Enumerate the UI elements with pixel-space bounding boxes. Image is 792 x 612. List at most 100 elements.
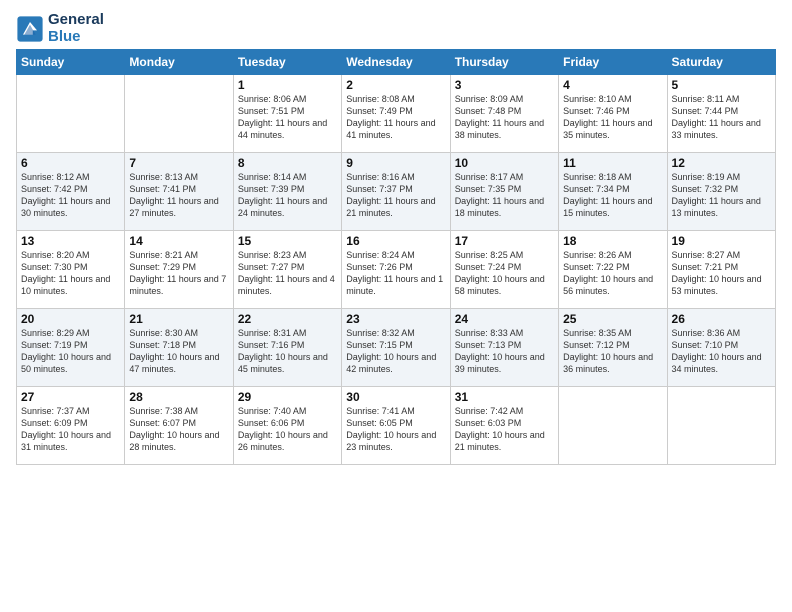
day-info: Sunrise: 8:32 AM Sunset: 7:15 PM Dayligh… [346, 327, 445, 376]
logo-blue: Blue [48, 29, 104, 46]
weekday-header-saturday: Saturday [667, 50, 775, 75]
day-info: Sunrise: 7:42 AM Sunset: 6:03 PM Dayligh… [455, 405, 554, 454]
day-number: 2 [346, 78, 445, 92]
calendar-cell: 27Sunrise: 7:37 AM Sunset: 6:09 PM Dayli… [17, 387, 125, 465]
calendar-cell [125, 75, 233, 153]
week-row-5: 27Sunrise: 7:37 AM Sunset: 6:09 PM Dayli… [17, 387, 776, 465]
day-number: 16 [346, 234, 445, 248]
day-info: Sunrise: 8:33 AM Sunset: 7:13 PM Dayligh… [455, 327, 554, 376]
day-number: 26 [672, 312, 771, 326]
calendar-cell: 14Sunrise: 8:21 AM Sunset: 7:29 PM Dayli… [125, 231, 233, 309]
day-info: Sunrise: 8:12 AM Sunset: 7:42 PM Dayligh… [21, 171, 120, 220]
calendar-cell: 24Sunrise: 8:33 AM Sunset: 7:13 PM Dayli… [450, 309, 558, 387]
day-number: 10 [455, 156, 554, 170]
calendar-cell: 5Sunrise: 8:11 AM Sunset: 7:44 PM Daylig… [667, 75, 775, 153]
calendar-cell: 26Sunrise: 8:36 AM Sunset: 7:10 PM Dayli… [667, 309, 775, 387]
day-info: Sunrise: 8:08 AM Sunset: 7:49 PM Dayligh… [346, 93, 445, 142]
calendar-cell: 17Sunrise: 8:25 AM Sunset: 7:24 PM Dayli… [450, 231, 558, 309]
calendar-cell: 3Sunrise: 8:09 AM Sunset: 7:48 PM Daylig… [450, 75, 558, 153]
day-info: Sunrise: 8:14 AM Sunset: 7:39 PM Dayligh… [238, 171, 337, 220]
day-info: Sunrise: 8:36 AM Sunset: 7:10 PM Dayligh… [672, 327, 771, 376]
logo: General Blue [16, 12, 104, 45]
day-info: Sunrise: 8:35 AM Sunset: 7:12 PM Dayligh… [563, 327, 662, 376]
day-number: 25 [563, 312, 662, 326]
weekday-header-wednesday: Wednesday [342, 50, 450, 75]
week-row-2: 6Sunrise: 8:12 AM Sunset: 7:42 PM Daylig… [17, 153, 776, 231]
day-number: 23 [346, 312, 445, 326]
calendar-cell: 12Sunrise: 8:19 AM Sunset: 7:32 PM Dayli… [667, 153, 775, 231]
calendar-cell [559, 387, 667, 465]
calendar-cell: 16Sunrise: 8:24 AM Sunset: 7:26 PM Dayli… [342, 231, 450, 309]
day-info: Sunrise: 8:27 AM Sunset: 7:21 PM Dayligh… [672, 249, 771, 298]
day-info: Sunrise: 8:26 AM Sunset: 7:22 PM Dayligh… [563, 249, 662, 298]
calendar-cell: 4Sunrise: 8:10 AM Sunset: 7:46 PM Daylig… [559, 75, 667, 153]
day-number: 30 [346, 390, 445, 404]
day-number: 1 [238, 78, 337, 92]
week-row-4: 20Sunrise: 8:29 AM Sunset: 7:19 PM Dayli… [17, 309, 776, 387]
calendar-cell: 9Sunrise: 8:16 AM Sunset: 7:37 PM Daylig… [342, 153, 450, 231]
calendar-cell: 22Sunrise: 8:31 AM Sunset: 7:16 PM Dayli… [233, 309, 341, 387]
day-number: 29 [238, 390, 337, 404]
calendar-cell: 18Sunrise: 8:26 AM Sunset: 7:22 PM Dayli… [559, 231, 667, 309]
day-number: 17 [455, 234, 554, 248]
calendar-cell: 13Sunrise: 8:20 AM Sunset: 7:30 PM Dayli… [17, 231, 125, 309]
day-info: Sunrise: 7:40 AM Sunset: 6:06 PM Dayligh… [238, 405, 337, 454]
day-number: 22 [238, 312, 337, 326]
calendar-cell: 2Sunrise: 8:08 AM Sunset: 7:49 PM Daylig… [342, 75, 450, 153]
day-info: Sunrise: 8:24 AM Sunset: 7:26 PM Dayligh… [346, 249, 445, 298]
calendar-cell [17, 75, 125, 153]
day-number: 11 [563, 156, 662, 170]
logo-text: General Blue [48, 12, 104, 45]
logo-icon [16, 15, 44, 43]
day-number: 27 [21, 390, 120, 404]
day-info: Sunrise: 7:37 AM Sunset: 6:09 PM Dayligh… [21, 405, 120, 454]
day-info: Sunrise: 8:16 AM Sunset: 7:37 PM Dayligh… [346, 171, 445, 220]
header-row: General Blue [16, 12, 776, 45]
weekday-header-monday: Monday [125, 50, 233, 75]
day-info: Sunrise: 7:41 AM Sunset: 6:05 PM Dayligh… [346, 405, 445, 454]
calendar-cell: 23Sunrise: 8:32 AM Sunset: 7:15 PM Dayli… [342, 309, 450, 387]
calendar-table: SundayMondayTuesdayWednesdayThursdayFrid… [16, 49, 776, 465]
calendar-cell: 30Sunrise: 7:41 AM Sunset: 6:05 PM Dayli… [342, 387, 450, 465]
day-info: Sunrise: 8:10 AM Sunset: 7:46 PM Dayligh… [563, 93, 662, 142]
day-info: Sunrise: 8:21 AM Sunset: 7:29 PM Dayligh… [129, 249, 228, 298]
calendar-cell: 15Sunrise: 8:23 AM Sunset: 7:27 PM Dayli… [233, 231, 341, 309]
calendar-cell: 11Sunrise: 8:18 AM Sunset: 7:34 PM Dayli… [559, 153, 667, 231]
day-number: 31 [455, 390, 554, 404]
day-info: Sunrise: 8:17 AM Sunset: 7:35 PM Dayligh… [455, 171, 554, 220]
day-info: Sunrise: 8:30 AM Sunset: 7:18 PM Dayligh… [129, 327, 228, 376]
day-info: Sunrise: 7:38 AM Sunset: 6:07 PM Dayligh… [129, 405, 228, 454]
weekday-header-row: SundayMondayTuesdayWednesdayThursdayFrid… [17, 50, 776, 75]
calendar-cell: 29Sunrise: 7:40 AM Sunset: 6:06 PM Dayli… [233, 387, 341, 465]
day-number: 13 [21, 234, 120, 248]
weekday-header-tuesday: Tuesday [233, 50, 341, 75]
calendar-cell: 1Sunrise: 8:06 AM Sunset: 7:51 PM Daylig… [233, 75, 341, 153]
day-number: 12 [672, 156, 771, 170]
calendar-cell: 7Sunrise: 8:13 AM Sunset: 7:41 PM Daylig… [125, 153, 233, 231]
calendar-cell: 19Sunrise: 8:27 AM Sunset: 7:21 PM Dayli… [667, 231, 775, 309]
day-number: 9 [346, 156, 445, 170]
calendar-cell: 8Sunrise: 8:14 AM Sunset: 7:39 PM Daylig… [233, 153, 341, 231]
day-info: Sunrise: 8:09 AM Sunset: 7:48 PM Dayligh… [455, 93, 554, 142]
day-info: Sunrise: 8:13 AM Sunset: 7:41 PM Dayligh… [129, 171, 228, 220]
day-info: Sunrise: 8:31 AM Sunset: 7:16 PM Dayligh… [238, 327, 337, 376]
day-number: 20 [21, 312, 120, 326]
calendar-cell: 31Sunrise: 7:42 AM Sunset: 6:03 PM Dayli… [450, 387, 558, 465]
day-number: 6 [21, 156, 120, 170]
day-number: 19 [672, 234, 771, 248]
day-number: 3 [455, 78, 554, 92]
day-info: Sunrise: 8:11 AM Sunset: 7:44 PM Dayligh… [672, 93, 771, 142]
day-number: 8 [238, 156, 337, 170]
day-info: Sunrise: 8:18 AM Sunset: 7:34 PM Dayligh… [563, 171, 662, 220]
day-number: 28 [129, 390, 228, 404]
day-number: 15 [238, 234, 337, 248]
day-number: 21 [129, 312, 228, 326]
week-row-1: 1Sunrise: 8:06 AM Sunset: 7:51 PM Daylig… [17, 75, 776, 153]
weekday-header-sunday: Sunday [17, 50, 125, 75]
week-row-3: 13Sunrise: 8:20 AM Sunset: 7:30 PM Dayli… [17, 231, 776, 309]
calendar-cell: 28Sunrise: 7:38 AM Sunset: 6:07 PM Dayli… [125, 387, 233, 465]
day-info: Sunrise: 8:29 AM Sunset: 7:19 PM Dayligh… [21, 327, 120, 376]
calendar-cell: 25Sunrise: 8:35 AM Sunset: 7:12 PM Dayli… [559, 309, 667, 387]
calendar-cell: 21Sunrise: 8:30 AM Sunset: 7:18 PM Dayli… [125, 309, 233, 387]
logo-general: General [48, 12, 104, 29]
